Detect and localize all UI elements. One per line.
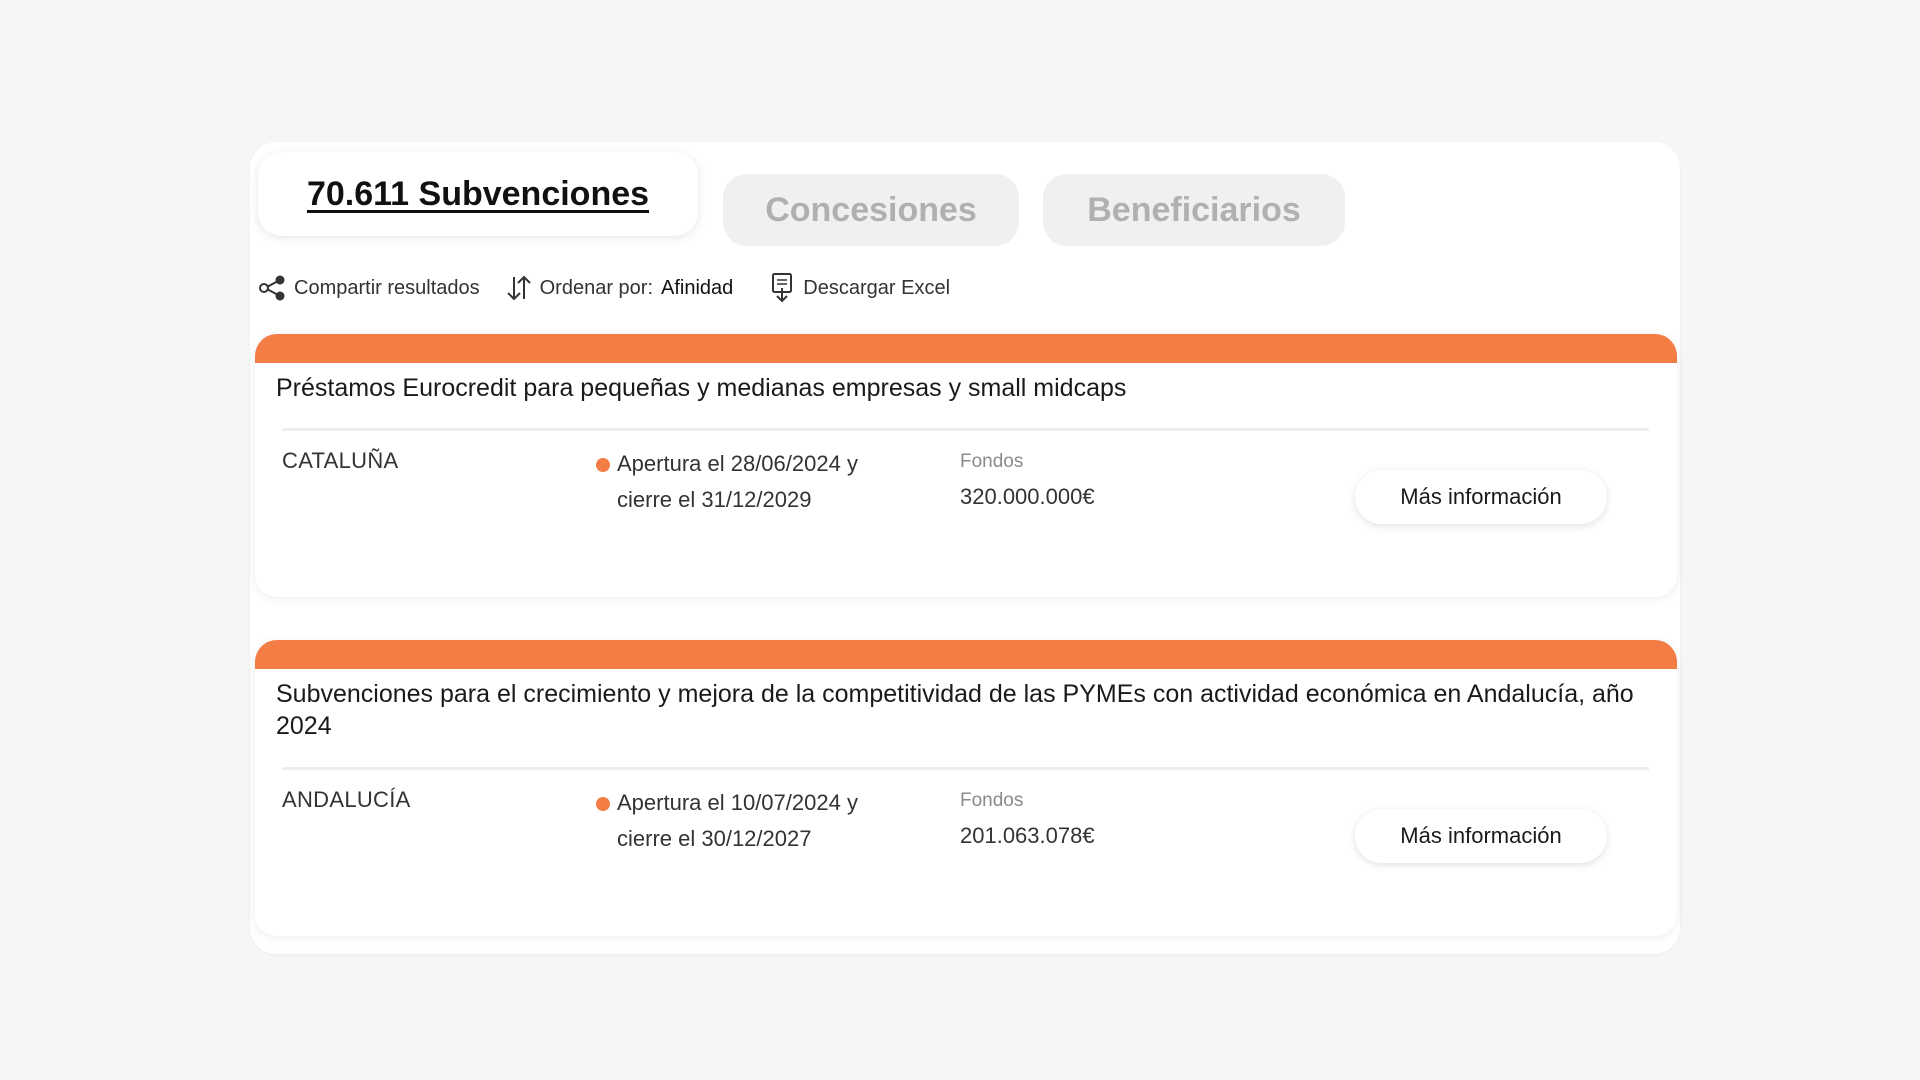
share-results-label: Compartir resultados xyxy=(294,276,480,299)
results-panel: 70.611 Subvenciones Concesiones Benefici… xyxy=(250,142,1680,954)
result-region: ANDALUCÍA xyxy=(282,787,411,812)
funds-value: 320.000.000€ xyxy=(960,484,1095,509)
result-card: Préstamos Eurocredit para pequeñas y med… xyxy=(255,334,1677,597)
tab-concesiones[interactable]: Concesiones xyxy=(723,174,1019,246)
result-title[interactable]: Préstamos Eurocredit para pequeñas y med… xyxy=(276,372,1657,404)
result-title[interactable]: Subvenciones para el crecimiento y mejor… xyxy=(276,678,1657,742)
excel-download-icon xyxy=(767,272,797,304)
card-divider xyxy=(282,428,1649,431)
card-divider xyxy=(282,767,1649,770)
result-card: Subvenciones para el crecimiento y mejor… xyxy=(255,640,1677,936)
tab-beneficiarios[interactable]: Beneficiarios xyxy=(1043,174,1345,246)
funds-label: Fondos xyxy=(960,790,1024,811)
sort-value: Afinidad xyxy=(661,276,734,299)
result-dates: Apertura el 28/06/2024 y cierre el 31/12… xyxy=(596,446,917,518)
sort-label: Ordenar por: xyxy=(539,276,654,299)
funds-value: 201.063.078€ xyxy=(960,823,1095,848)
sort-button[interactable]: Ordenar por: Afinidad xyxy=(504,273,734,303)
result-region: CATALUÑA xyxy=(282,448,399,473)
status-dot-icon xyxy=(596,797,610,811)
share-icon xyxy=(258,273,288,303)
more-info-button[interactable]: Más información xyxy=(1355,809,1607,863)
share-results-button[interactable]: Compartir resultados xyxy=(258,273,480,303)
result-opening-date: Apertura el 28/06/2024 y xyxy=(617,451,858,476)
card-accent-bar xyxy=(255,334,1677,363)
sort-arrows-icon xyxy=(504,273,534,303)
status-dot-icon xyxy=(596,458,610,472)
results-toolbar: Compartir resultados Ordenar por: Afinid… xyxy=(258,270,950,306)
more-info-button[interactable]: Más información xyxy=(1355,470,1607,524)
result-opening-date: Apertura el 10/07/2024 y xyxy=(617,790,858,815)
download-excel-label: Descargar Excel xyxy=(803,276,951,299)
funds-label: Fondos xyxy=(960,451,1024,472)
tab-subvenciones[interactable]: 70.611 Subvenciones xyxy=(258,152,698,236)
result-dates: Apertura el 10/07/2024 y cierre el 30/12… xyxy=(596,785,917,857)
result-closing-date: cierre el 30/12/2027 xyxy=(617,826,812,851)
card-accent-bar xyxy=(255,640,1677,669)
download-excel-button[interactable]: Descargar Excel xyxy=(767,272,950,304)
result-closing-date: cierre el 31/12/2029 xyxy=(617,487,812,512)
